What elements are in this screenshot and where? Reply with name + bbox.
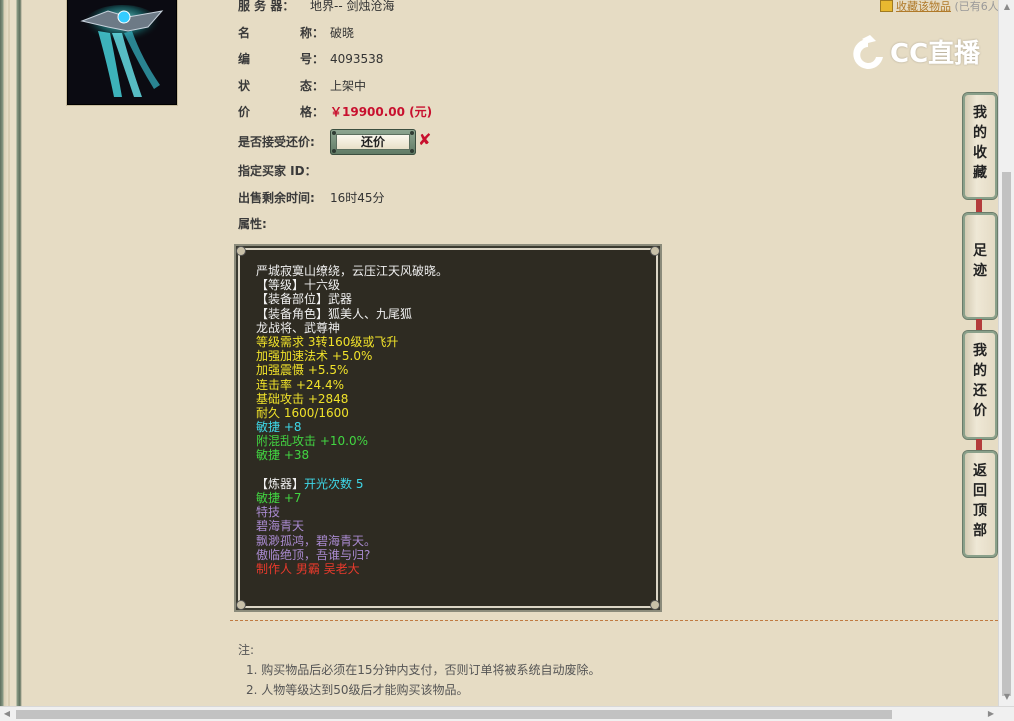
horizontal-scrollbar[interactable]: ◀ ▶ (0, 706, 1014, 721)
id-value: 4093538 (330, 52, 384, 66)
side-btn-label: 足迹 (973, 243, 987, 279)
attribute-line: 碧海青天 (256, 519, 305, 534)
nail-icon (410, 131, 414, 135)
side-btn-label: 我的收藏 (973, 105, 987, 181)
scroll-down-arrow-icon[interactable]: ▼ (999, 690, 1014, 704)
horizontal-scroll-thumb[interactable] (16, 710, 892, 719)
corner-rivet-icon (236, 600, 246, 610)
attribute-text: 严城寂寞山缭绕，云压江天风破晓。 【等级】十六级 【装备部位】武器 【装备角色】狐美人… (256, 264, 646, 576)
attribute-line: 【装备部位】武器 (256, 292, 353, 307)
side-btn-label: 我的还价 (973, 343, 987, 419)
attribute-line: 基础攻击 +2848 (256, 391, 349, 406)
attribute-panel: 严城寂寞山缭绕，云压江天风破晓。 【等级】十六级 【装备部位】武器 【装备角色】狐美人… (236, 246, 660, 610)
side-btn-history[interactable]: 足迹 (962, 212, 998, 320)
favorite-link[interactable]: 收藏该物品 (896, 0, 951, 13)
attribute-line: 【等级】十六级 (256, 278, 341, 293)
side-connector (976, 199, 982, 213)
corner-rivet-icon (650, 600, 660, 610)
attribute-line: 加强加速法术 +5.0% (256, 349, 373, 364)
attribute-line: 加强震慑 +5.5% (256, 363, 349, 378)
cross-icon: ✘ (418, 130, 432, 149)
attribute-line: 附混乱攻击 +10.0% (256, 434, 368, 449)
counter-row: 是否接受还价: 还价 ✘ (238, 129, 438, 155)
attribute-line (256, 463, 646, 477)
attribute-line: 傲临绝顶，吾谁与归? (256, 547, 371, 562)
attribute-line: 制作人 男霸 吴老大 (256, 561, 360, 576)
name-value: 破晓 (330, 26, 355, 40)
price-value: ￥19900.00 (元) (330, 105, 433, 119)
divider (230, 620, 998, 621)
attribute-line: 连击率 +24.4% (256, 377, 344, 392)
attribute-line: 【装备角色】狐美人、九尾狐 (256, 306, 413, 321)
note-item: 1. 购买物品后必须在15分钟内支付，否则订单将被系统自动废除。 (246, 663, 601, 677)
cc-live-logo: CC直播 (848, 32, 984, 76)
attr-label: 属性: (238, 217, 267, 231)
status-value: 上架中 (330, 79, 367, 93)
favorite-area: 收藏该物品 (已有6人 (880, 0, 999, 13)
scroll-up-arrow-icon[interactable]: ▲ (999, 0, 1014, 14)
attribute-line: 耐久 1600/1600 (256, 405, 349, 420)
corner-rivet-icon (236, 246, 246, 256)
vertical-scroll-thumb[interactable] (1002, 172, 1011, 696)
scroll-left-arrow-icon[interactable]: ◀ (0, 707, 14, 721)
server-label: 服 务 器： (238, 0, 295, 13)
left-frame (0, 0, 22, 706)
attribute-line: 龙战将、武尊神 (256, 320, 341, 335)
side-btn-my-offers[interactable]: 我的还价 (962, 330, 998, 440)
attribute-line: 【炼器】开光次数 5 (256, 477, 646, 491)
attribute-line: 等级需求 3转160级或飞升 (256, 334, 399, 349)
attribute-line: 严城寂寞山缭绕，云压江天风破晓。 (256, 264, 449, 278)
counter-label: 是否接受还价: (238, 135, 315, 149)
attribute-line: 敏捷 +38 (256, 448, 310, 463)
note-item: 2. 人物等级达到50级后才能购买该物品。 (246, 683, 469, 697)
side-btn-back-to-top[interactable]: 返回顶部 (962, 450, 998, 558)
vertical-scrollbar[interactable]: ▲ ▼ (998, 0, 1014, 706)
attribute-line: 特技 (256, 505, 281, 520)
attribute-line: 敏捷 +7 (256, 491, 302, 505)
time-label: 出售剩余时间: (238, 191, 315, 205)
counter-offer-button-label: 还价 (336, 134, 410, 150)
cc-logo-icon (853, 35, 883, 69)
side-btn-label: 返回顶部 (973, 463, 987, 539)
counter-offer-button[interactable]: 还价 (330, 129, 416, 155)
time-value: 16时45分 (330, 191, 385, 205)
nail-icon (410, 149, 414, 153)
favorite-icon (880, 0, 893, 12)
corner-rivet-icon (650, 246, 660, 256)
attribute-line: 飘渺孤鸿，碧海青天。 (256, 533, 377, 548)
attribute-line-part: 开光次数 5 (304, 476, 364, 491)
attribute-line-part: 【炼器】 (256, 476, 305, 491)
buyer-label: 指定买家 ID： (238, 164, 317, 178)
logo-text: CC直播 (890, 39, 981, 69)
notes-title: 注: (238, 643, 255, 657)
item-image (67, 0, 177, 105)
scroll-right-arrow-icon[interactable]: ▶ (984, 707, 998, 721)
notes: 注: 1. 购买物品后必须在15分钟内支付，否则订单将被系统自动废除。 2. 人… (238, 640, 601, 700)
favorite-count: (已有6人 (954, 0, 999, 13)
attribute-line: 敏捷 +8 (256, 420, 302, 435)
server-value: 地界-- 剑烛沧海 (310, 0, 395, 13)
side-btn-my-favorites[interactable]: 我的收藏 (962, 92, 998, 200)
